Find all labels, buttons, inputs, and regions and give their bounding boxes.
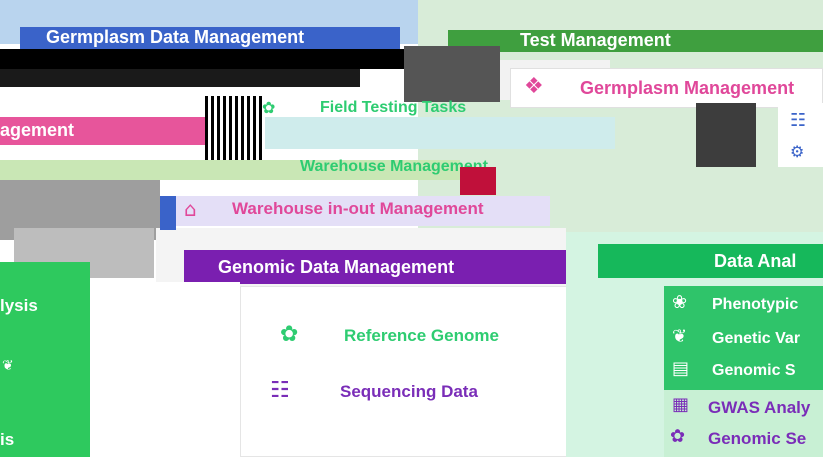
germplasm-icon: ❖ (524, 74, 544, 99)
analysis-item-phenotypic[interactable]: Phenotypic (712, 296, 798, 314)
gwas-icon: ▦ (672, 394, 690, 415)
glitch-bar-top (0, 49, 420, 69)
genomic-select-icon: ✿ (670, 426, 686, 447)
red-glitch (460, 167, 496, 195)
warehouse-icon: ⌂ (184, 197, 197, 221)
germplasm-panel-title: Germplasm Data Management (46, 27, 305, 47)
analysis-item-gwas[interactable]: GWAS Analy (708, 398, 810, 418)
left-item-fragment: is (0, 430, 15, 449)
genetic-var-icon: ❦ (672, 326, 688, 347)
analysis-item-genetic-var[interactable]: Genetic Var (712, 330, 800, 348)
germplasm-partial-label: agement (0, 120, 75, 140)
plant-icon: ✿ (262, 98, 276, 117)
left-analysis-fragment: lysis (0, 296, 38, 315)
glitch-bar-gray (404, 46, 500, 102)
analysis-panel-title: Data Anal (714, 251, 797, 271)
seedling-icon: ❀ (672, 292, 688, 313)
chart-icon: ▤ (672, 358, 690, 379)
germplasm-mgmt-label: Germplasm Management (580, 78, 795, 98)
test-panel-title: Test Management (520, 30, 671, 50)
dark-square (696, 103, 756, 167)
sequencing-icon: ☷ (270, 378, 290, 403)
sequencing-data-label[interactable]: Sequencing Data (340, 382, 478, 402)
analysis-item-genomic-s[interactable]: Genomic S (712, 362, 796, 380)
dna-icon: ✿ (280, 322, 299, 347)
bottom-left-strip (90, 282, 240, 457)
settings-icon: ⚙ (790, 142, 805, 161)
glitch-bar-dark (0, 69, 360, 87)
field-testing-label: Field Testing Tasks (320, 99, 467, 116)
reference-genome-label[interactable]: Reference Genome (344, 326, 499, 346)
warehouse-inout-label[interactable]: Warehouse in-out Management (232, 199, 484, 219)
network-icon: ☷ (790, 110, 807, 131)
analysis-item-genomic-se[interactable]: Genomic Se (708, 429, 806, 449)
blue-accent (160, 196, 176, 230)
left-dna-icon: ❦ (2, 358, 14, 374)
teal-band (205, 117, 615, 149)
genomic-panel-title: Genomic Data Management (218, 257, 455, 277)
